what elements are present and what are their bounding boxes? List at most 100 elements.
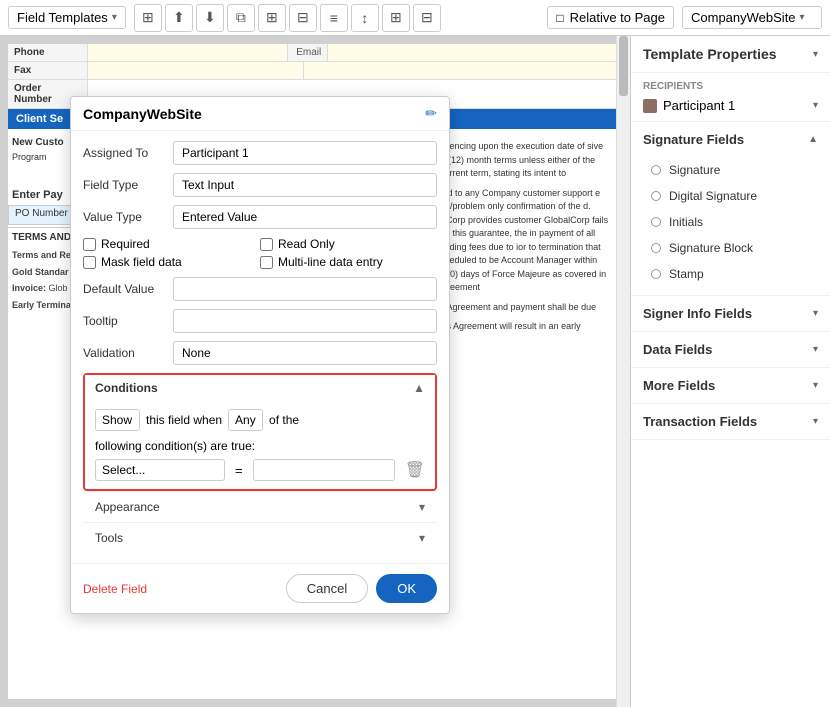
tools-chevron: ▾ [419,531,425,545]
appearance-chevron: ▾ [419,500,425,514]
signer-info-chevron: ▾ [813,308,818,319]
doc-row-phone: Phone Email [8,44,622,62]
signer-info-header[interactable]: Signer Info Fields ▾ [631,296,830,331]
tools-section[interactable]: Tools ▾ [83,522,437,553]
sig-field-digital[interactable]: Digital Signature [643,183,818,209]
scrollbar[interactable] [616,36,630,707]
participant-color-swatch [643,99,657,113]
edit-icon[interactable]: ✏ [425,105,437,122]
relative-to-page-label: Relative to Page [570,10,665,25]
validation-row: Validation None [83,341,437,365]
default-value-row: Default Value [83,277,437,301]
checkbox-group: Required Read Only Mask field data Multi… [83,237,437,269]
icon-btn-3[interactable]: ⬇ [196,4,224,32]
assigned-to-select[interactable]: Participant 1 [173,141,437,165]
required-checkbox[interactable] [83,238,96,251]
conditions-section-header[interactable]: Conditions ▲ [85,375,435,401]
field-templates-dropdown[interactable]: Field Templates ▾ [8,6,126,29]
company-dropdown[interactable]: CompanyWebSite ▾ [682,6,822,29]
popup-header: CompanyWebSite ✏ [71,97,449,131]
condition-rule-row: Show this field when Any of the [95,409,425,431]
phone-field [88,44,288,61]
data-fields-header[interactable]: Data Fields ▾ [631,332,830,367]
popup-body: Assigned To Participant 1 Field Type Tex… [71,131,449,563]
mask-field-checkbox[interactable] [83,256,96,269]
field-templates-chevron: ▾ [112,12,117,23]
field-type-row: Field Type Text Input [83,173,437,197]
condition-value-select[interactable] [253,459,395,481]
icon-btn-2[interactable]: ⬆ [165,4,193,32]
cancel-button[interactable]: Cancel [286,574,368,603]
condition-select-row: Select... = 🗑 [95,459,425,481]
condition-field-select-wrapper: Select... [95,459,225,481]
read-only-checkbox[interactable] [260,238,273,251]
validation-select[interactable]: None [173,341,437,365]
delete-field-link[interactable]: Delete Field [83,582,286,596]
relative-to-page-btn[interactable]: □ Relative to Page [547,6,674,29]
tooltip-label: Tooltip [83,314,173,328]
data-fields-chevron: ▾ [813,344,818,355]
condition-field-select[interactable]: Select... [95,459,225,481]
more-fields-header[interactable]: More Fields ▾ [631,368,830,403]
conditions-body: Show this field when Any of the followin… [85,401,435,489]
signer-info-title: Signer Info Fields [643,306,752,321]
transaction-fields-header[interactable]: Transaction Fields ▾ [631,404,830,439]
when-label: this field when [146,413,222,427]
more-fields-chevron: ▾ [813,380,818,391]
sig-field-dot-signature-block [651,243,661,253]
ok-button[interactable]: OK [376,574,437,603]
company-chevron: ▾ [800,12,805,23]
following-label: following condition(s) are true: [95,439,425,453]
default-value-input[interactable] [173,277,437,301]
participant-chevron[interactable]: ▾ [813,100,818,111]
doc-row-fax: Fax [8,62,622,80]
sig-field-dot-digital [651,191,661,201]
equals-label: = [231,463,247,478]
mask-field-label: Mask field data [101,255,182,269]
icon-btn-8[interactable]: ↕ [351,4,379,32]
signature-fields-header[interactable]: Signature Fields ▲ [631,122,830,157]
field-templates-label: Field Templates [17,10,108,25]
icon-btn-9[interactable]: ⊞ [382,4,410,32]
value-type-select[interactable]: Entered Value [173,205,437,229]
sig-field-signature-block[interactable]: Signature Block [643,235,818,261]
more-fields-title: More Fields [643,378,715,393]
panel-title: Template Properties [643,46,777,62]
conditions-title: Conditions [95,381,158,395]
mask-field-checkbox-item: Mask field data [83,255,260,269]
appearance-section[interactable]: Appearance ▾ [83,491,437,522]
popup-footer: Delete Field Cancel OK [71,563,449,613]
icon-btn-7[interactable]: ≡ [320,4,348,32]
sig-field-stamp[interactable]: Stamp [643,261,818,287]
sig-field-label-initials: Initials [669,215,703,229]
sig-field-initials[interactable]: Initials [643,209,818,235]
delete-condition-icon[interactable]: 🗑 [405,460,425,480]
icon-btn-1[interactable]: ⊞ [134,4,162,32]
transaction-fields-chevron: ▾ [813,416,818,427]
multiline-checkbox[interactable] [260,256,273,269]
panel-collapse-icon[interactable]: ▾ [813,49,818,60]
icon-btn-5[interactable]: ⊞ [258,4,286,32]
of-label: of the [269,413,299,427]
signature-fields-title: Signature Fields [643,132,744,147]
participant-row: Participant 1 ▾ [643,98,818,113]
scroll-thumb[interactable] [619,36,628,96]
tools-label: Tools [95,531,123,545]
sig-field-signature[interactable]: Signature [643,157,818,183]
data-fields-section: Data Fields ▾ [631,332,830,368]
signature-fields-section: Signature Fields ▲ Signature Digital Sig… [631,122,830,296]
icon-btn-10[interactable]: ⊟ [413,4,441,32]
company-label: CompanyWebSite [691,10,796,25]
icon-btn-6[interactable]: ⊟ [289,4,317,32]
sig-field-label-signature: Signature [669,163,720,177]
popup-title: CompanyWebSite [83,106,417,122]
tooltip-input[interactable] [173,309,437,333]
read-only-checkbox-item: Read Only [260,237,437,251]
signature-fields-chevron: ▲ [808,134,818,145]
read-only-label: Read Only [278,237,335,251]
show-select[interactable]: Show [95,409,140,431]
icon-btn-4[interactable]: ⧉ [227,4,255,32]
any-select[interactable]: Any [228,409,263,431]
required-checkbox-item: Required [83,237,260,251]
field-type-select[interactable]: Text Input [173,173,437,197]
